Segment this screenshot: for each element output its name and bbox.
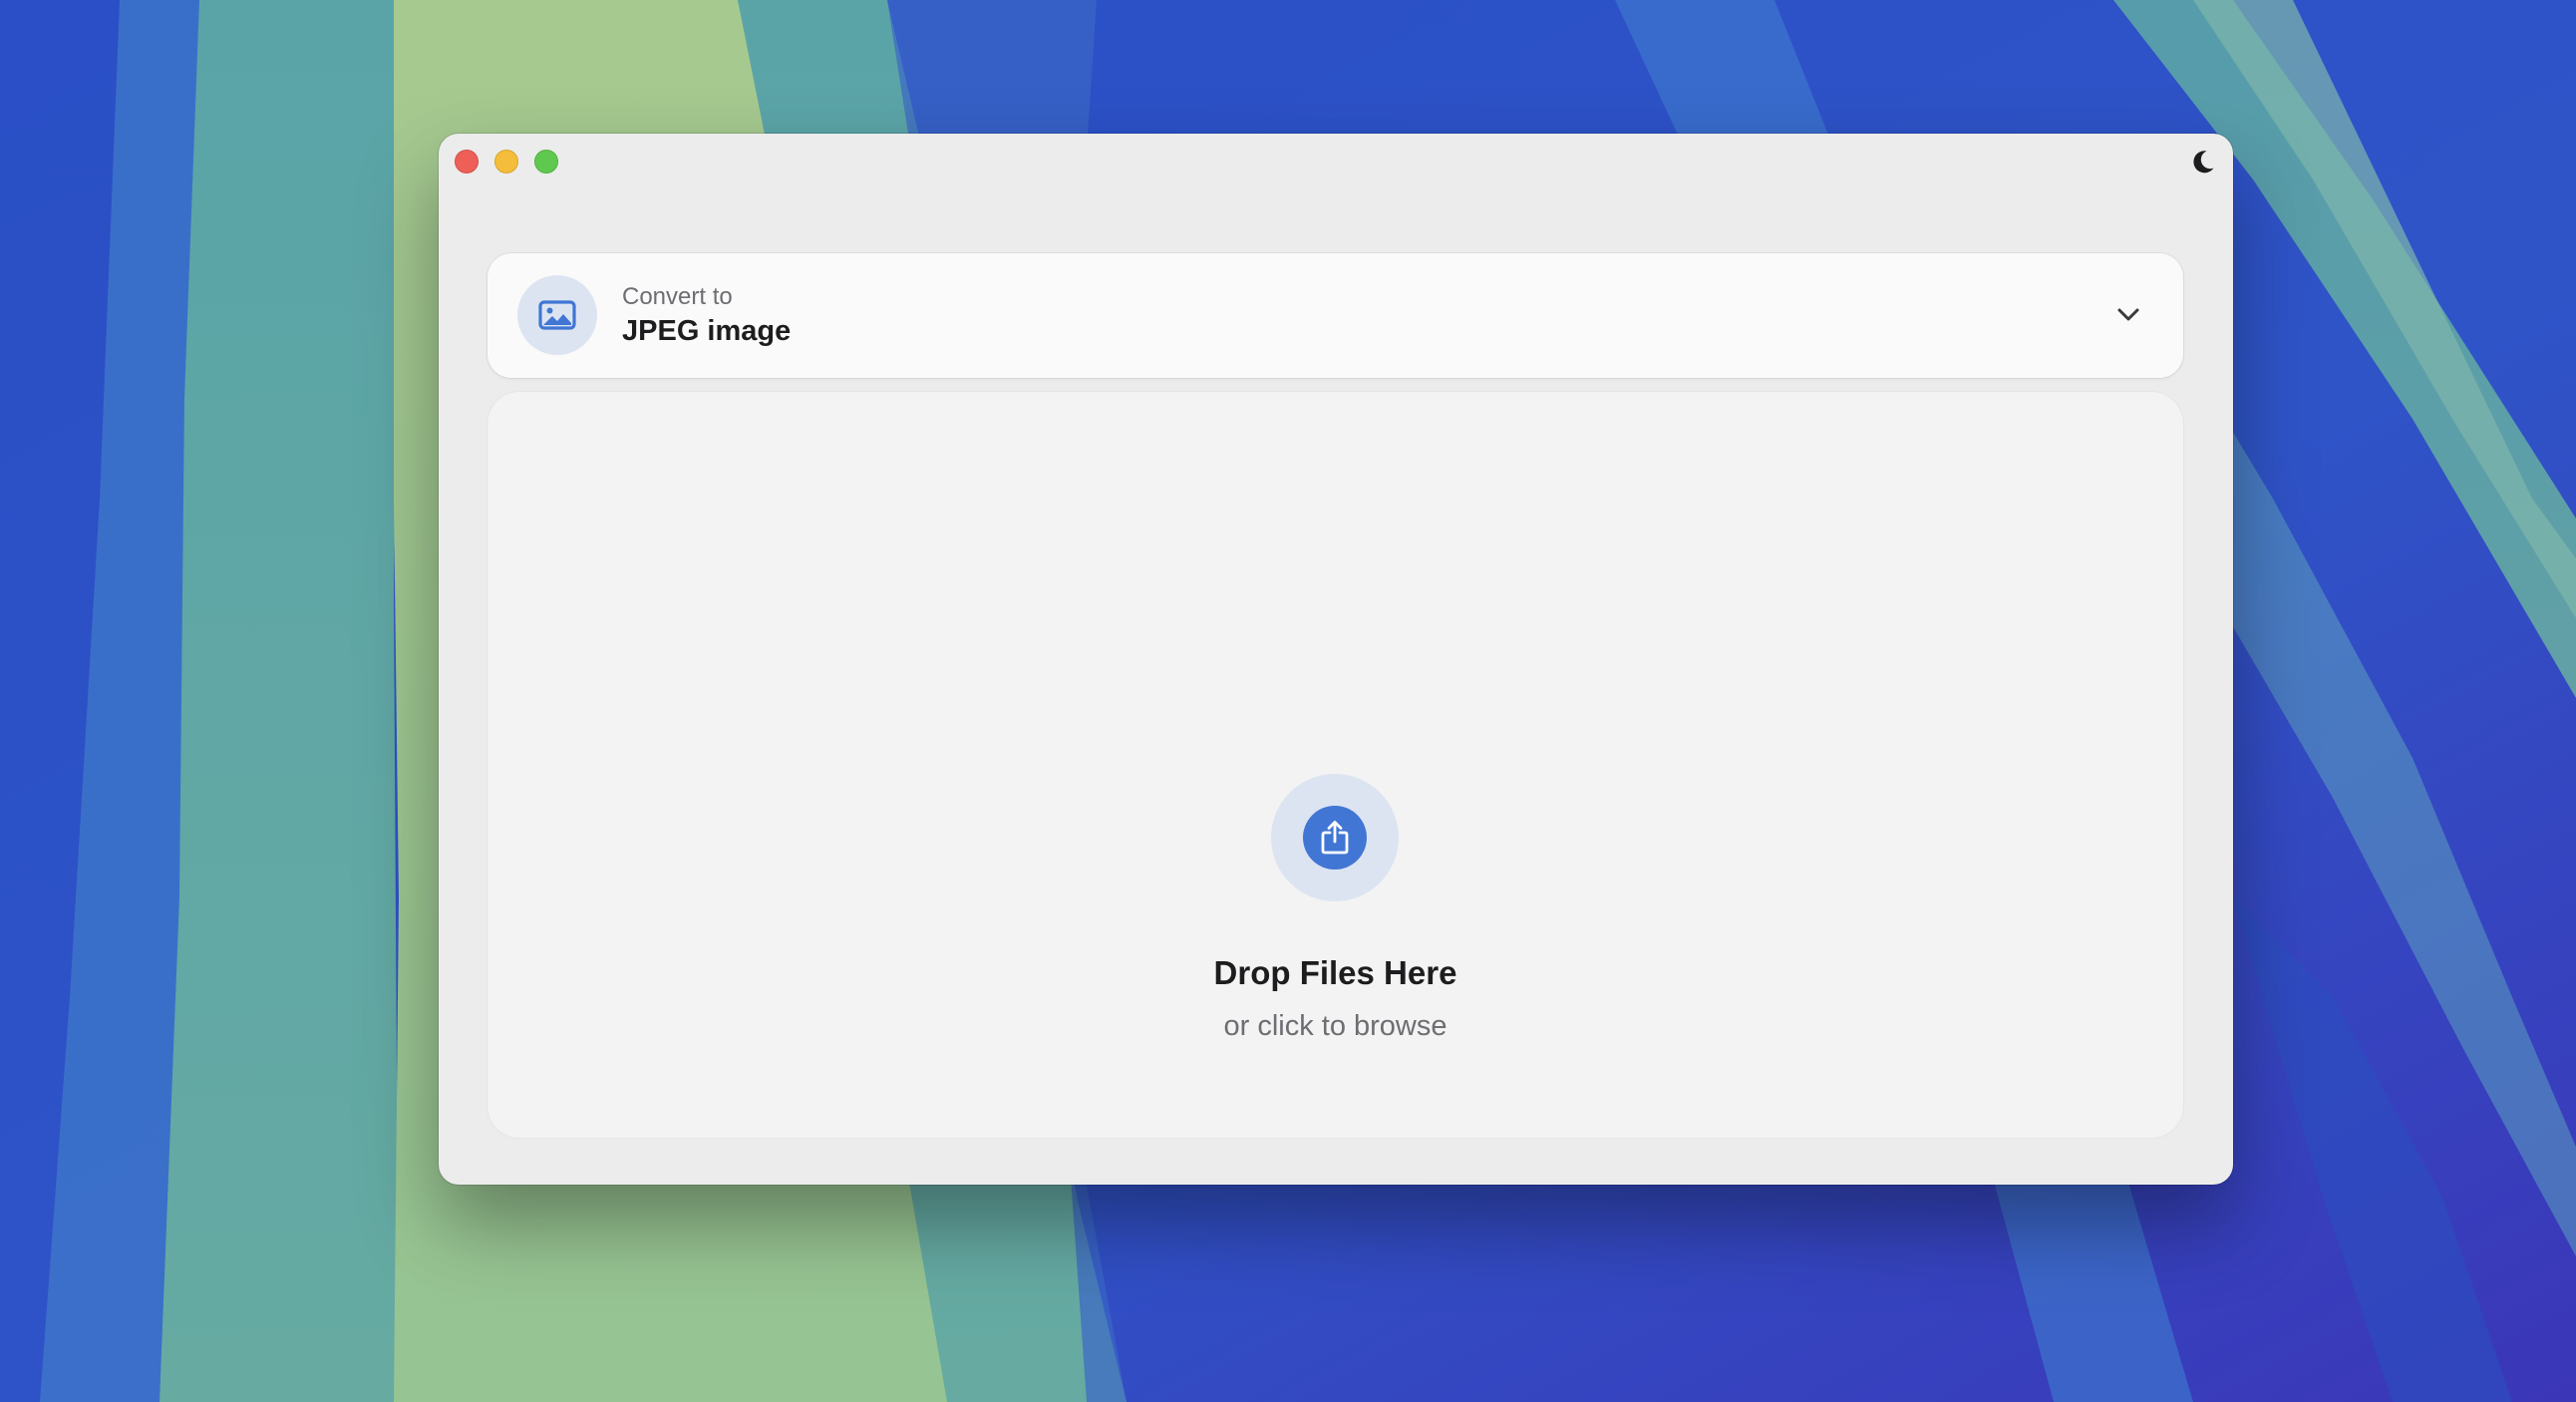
format-selector[interactable]: Convert to JPEG image (487, 253, 2183, 378)
app-window: Convert to JPEG image Drop Files Here or… (439, 134, 2233, 1185)
drop-subtitle: or click to browse (1223, 1010, 1448, 1042)
desktop-background: Convert to JPEG image Drop Files Here or… (0, 0, 2576, 1402)
title-bar[interactable] (439, 134, 2233, 189)
drop-title: Drop Files Here (1213, 954, 1457, 991)
chevron-down-icon[interactable] (2113, 299, 2143, 329)
theme-toggle-button[interactable] (2187, 146, 2219, 177)
share-upload-icon (1321, 821, 1349, 855)
upload-icon-badge (1271, 774, 1399, 901)
image-icon (538, 300, 576, 330)
file-drop-zone[interactable]: Drop Files Here or click to browse (487, 392, 2183, 1138)
convert-to-label: Convert to (622, 283, 733, 310)
upload-icon-circle (1303, 806, 1367, 870)
moon-icon (2193, 151, 2214, 174)
close-button[interactable] (455, 150, 479, 174)
selected-format: JPEG image (622, 315, 792, 347)
zoom-button[interactable] (534, 150, 558, 174)
minimize-button[interactable] (494, 150, 518, 174)
format-icon-badge (517, 275, 597, 355)
